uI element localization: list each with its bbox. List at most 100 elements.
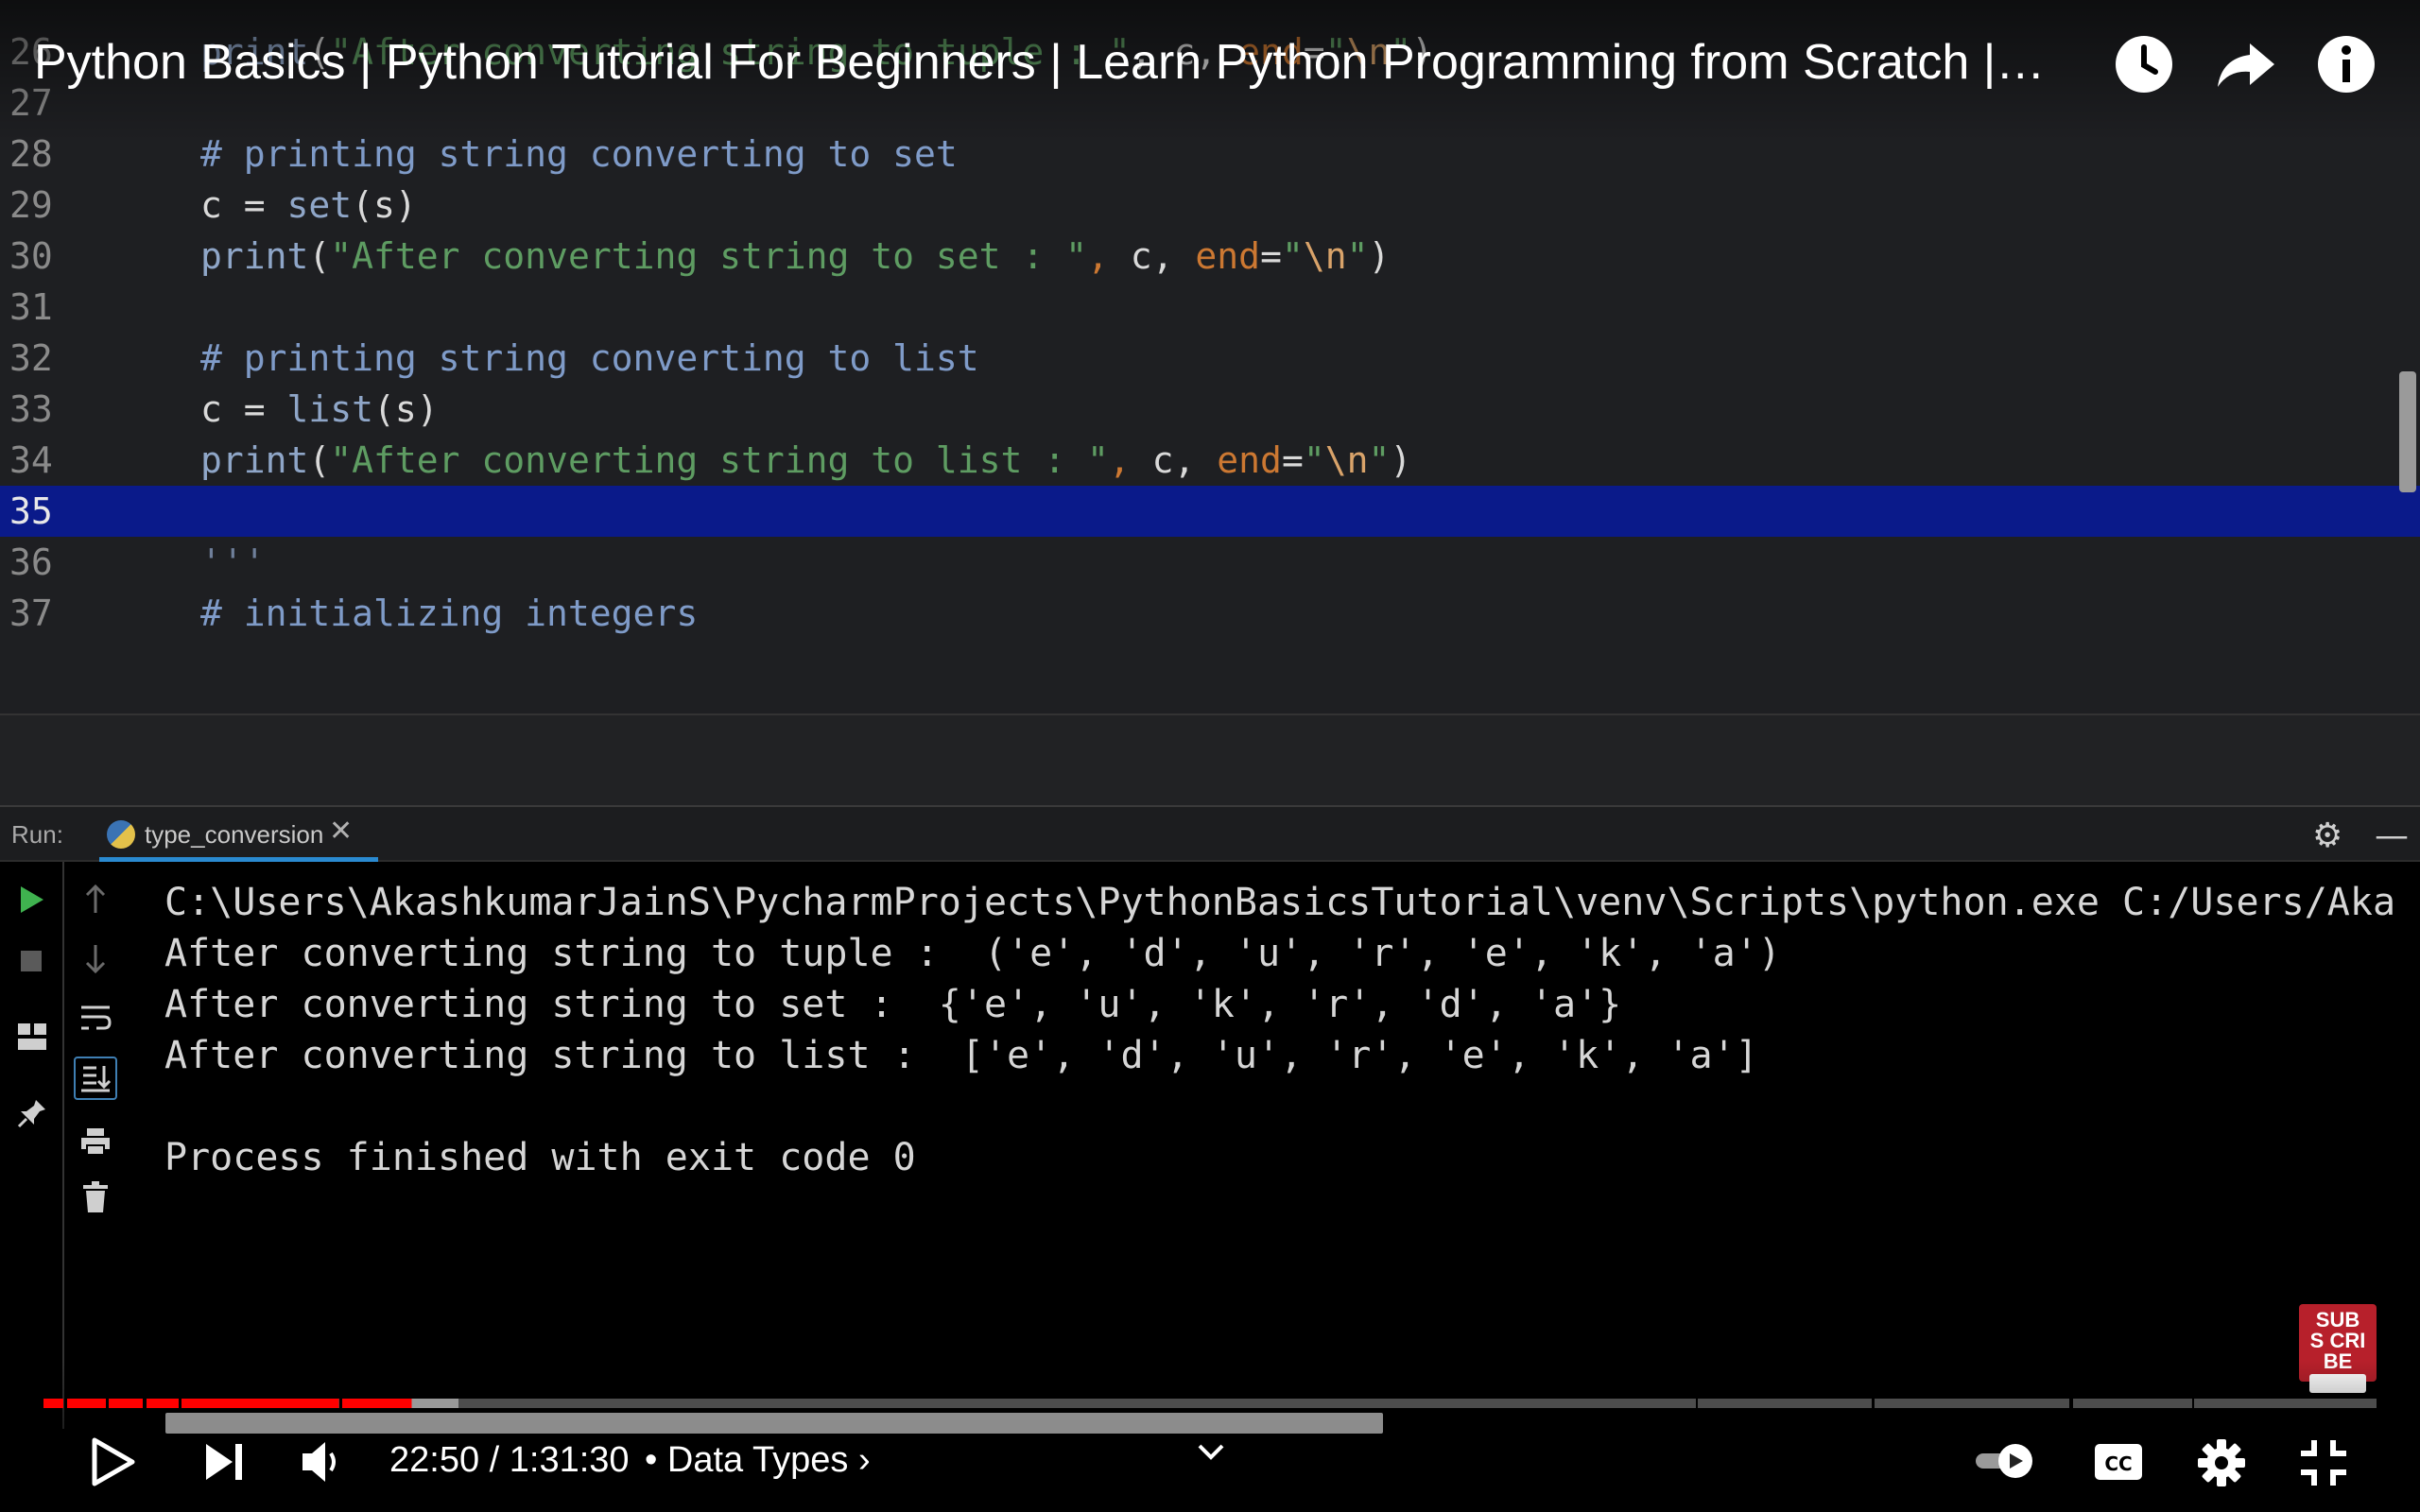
- progress-chapter-segment[interactable]: [108, 1399, 144, 1408]
- code-text: c = list(s): [200, 384, 439, 435]
- chevron-down-icon[interactable]: [1197, 1442, 1225, 1461]
- code-line[interactable]: 37 # initializing integers: [0, 588, 2420, 639]
- code-text: # printing string converting to list: [200, 333, 979, 384]
- trash-icon[interactable]: [81, 1181, 110, 1213]
- code-token: # printing string converting to list: [200, 337, 979, 379]
- code-token: "After converting string to set : ": [330, 235, 1088, 277]
- code-token: list: [286, 388, 374, 430]
- scroll-up-icon[interactable]: [83, 883, 108, 915]
- video-progress-bar[interactable]: [43, 1399, 2377, 1408]
- code-text: print("After converting string to set : …: [200, 231, 1390, 282]
- editor-scrollbar-thumb[interactable]: [2399, 371, 2416, 492]
- code-token: =: [1281, 439, 1304, 481]
- code-token: c,: [1130, 439, 1218, 481]
- settings-gear-icon[interactable]: ⚙: [2312, 816, 2342, 855]
- volume-icon[interactable]: [301, 1440, 342, 1484]
- run-tab-label: type_conversion: [145, 820, 324, 849]
- watch-later-clock-icon[interactable]: [2114, 34, 2174, 94]
- progress-chapter-segment[interactable]: [2072, 1399, 2192, 1408]
- print-icon[interactable]: [79, 1126, 112, 1157]
- code-token: (s): [352, 184, 417, 226]
- run-toolbar: [0, 862, 117, 1429]
- line-number: 31: [9, 286, 53, 328]
- play-icon[interactable]: [89, 1436, 136, 1487]
- code-token: ": [1303, 439, 1325, 481]
- code-token: (: [308, 439, 331, 481]
- code-token: ): [1390, 439, 1412, 481]
- code-line[interactable]: 32 # printing string converting to list: [0, 333, 2420, 384]
- progress-chapter-segment[interactable]: [43, 1399, 64, 1408]
- soft-wrap-icon[interactable]: [79, 1004, 112, 1032]
- run-tab-type-conversion[interactable]: type_conversion ✕: [99, 807, 378, 862]
- progress-chapter-segment[interactable]: [342, 1399, 1697, 1408]
- console-line: After converting string to list : ['e', …: [164, 1034, 1758, 1077]
- console-horizontal-scrollbar[interactable]: [165, 1413, 1383, 1434]
- line-number: 37: [9, 593, 53, 634]
- code-token: ''': [200, 541, 266, 583]
- progress-chapter-segment[interactable]: [1697, 1399, 1872, 1408]
- code-token: print: [200, 235, 309, 277]
- progress-chapter-segment[interactable]: [1875, 1399, 2070, 1408]
- code-line[interactable]: 30 print("After converting string to set …: [0, 231, 2420, 282]
- progress-chapter-segment[interactable]: [66, 1399, 107, 1408]
- minimize-icon[interactable]: —: [2375, 816, 2409, 855]
- info-icon[interactable]: [2316, 34, 2377, 94]
- console-line: Process finished with exit code 0: [164, 1136, 916, 1179]
- console-line: C:\Users\AkashkumarJainS\PycharmProjects…: [164, 881, 2396, 924]
- run-panel-header: Run: type_conversion ✕ ⚙ —: [0, 805, 2420, 862]
- code-token: ": [1281, 235, 1304, 277]
- code-token: (s): [373, 388, 439, 430]
- code-token: "After converting string to list : ": [330, 439, 1109, 481]
- code-token: end: [1195, 235, 1261, 277]
- code-token: =: [1260, 235, 1282, 277]
- scroll-down-icon[interactable]: [83, 943, 108, 975]
- pin-icon[interactable]: [17, 1098, 47, 1128]
- line-number: 30: [9, 235, 53, 277]
- code-token: ": [1346, 235, 1369, 277]
- code-token: ,: [1087, 235, 1109, 277]
- python-file-icon: [107, 820, 135, 849]
- code-text: ''': [200, 537, 266, 588]
- settings-icon[interactable]: [2197, 1438, 2246, 1487]
- exit-fullscreen-icon[interactable]: [2299, 1438, 2348, 1487]
- code-text: c = set(s): [200, 180, 417, 231]
- captions-icon[interactable]: CC: [2093, 1440, 2144, 1484]
- code-token: # initializing integers: [200, 593, 699, 634]
- scroll-to-end-icon[interactable]: [74, 1057, 117, 1100]
- code-token: end: [1217, 439, 1282, 481]
- video-top-bar: Python Basics | Python Tutorial For Begi…: [0, 0, 2420, 142]
- code-token: c =: [200, 388, 287, 430]
- line-number: 32: [9, 337, 53, 379]
- code-line[interactable]: 29 c = set(s): [0, 180, 2420, 231]
- code-token: (: [308, 235, 331, 277]
- progress-chapter-segment[interactable]: [182, 1399, 339, 1408]
- code-line[interactable]: 34 print("After converting string to list…: [0, 435, 2420, 486]
- close-tab-icon[interactable]: ✕: [329, 815, 353, 848]
- line-number: 35: [9, 490, 53, 532]
- share-icon[interactable]: [2216, 34, 2276, 94]
- rerun-play-icon[interactable]: [19, 885, 45, 915]
- console-line: After converting string to set : {'e', '…: [164, 983, 1622, 1026]
- code-token: ,: [1108, 439, 1131, 481]
- layout-icon[interactable]: [17, 1022, 47, 1051]
- video-title[interactable]: Python Basics | Python Tutorial For Begi…: [34, 34, 2045, 91]
- code-token: set: [286, 184, 353, 226]
- code-token: c =: [200, 184, 287, 226]
- next-video-icon[interactable]: [202, 1440, 246, 1484]
- progress-chapter-segment[interactable]: [146, 1399, 180, 1408]
- code-line[interactable]: 36 ''': [0, 537, 2420, 588]
- chapter-separator: •: [645, 1439, 658, 1480]
- code-line-current[interactable]: 35: [0, 486, 2420, 537]
- code-line[interactable]: 33 c = list(s): [0, 384, 2420, 435]
- chapter-button[interactable]: • Data Types ›: [645, 1435, 871, 1486]
- console-line: After converting string to tuple : ('e',…: [164, 932, 1781, 975]
- stop-icon[interactable]: [19, 949, 43, 973]
- chapter-title: Data Types: [666, 1439, 849, 1480]
- code-token: \n: [1324, 439, 1369, 481]
- progress-chapter-segment[interactable]: [2194, 1399, 2377, 1408]
- video-controls-gradient: [0, 1361, 2420, 1512]
- line-number: 33: [9, 388, 53, 430]
- autoplay-toggle-icon[interactable]: [1974, 1442, 2034, 1480]
- code-line[interactable]: 31: [0, 282, 2420, 333]
- svg-text:CC: CC: [2104, 1452, 2132, 1475]
